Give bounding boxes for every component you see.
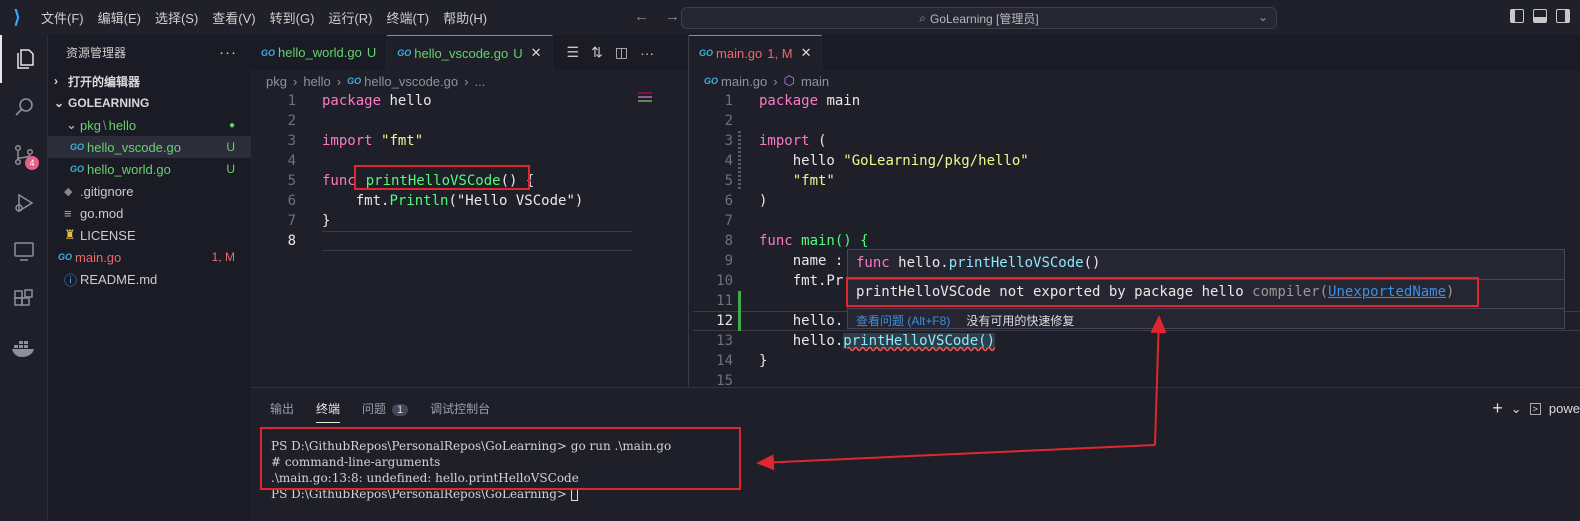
annotation-arrow <box>756 315 1167 471</box>
vscode-window: ⟩ 文件(F) 编辑(E) 选择(S) 查看(V) 转到(G) 运行(R) 终端… <box>0 0 1580 521</box>
